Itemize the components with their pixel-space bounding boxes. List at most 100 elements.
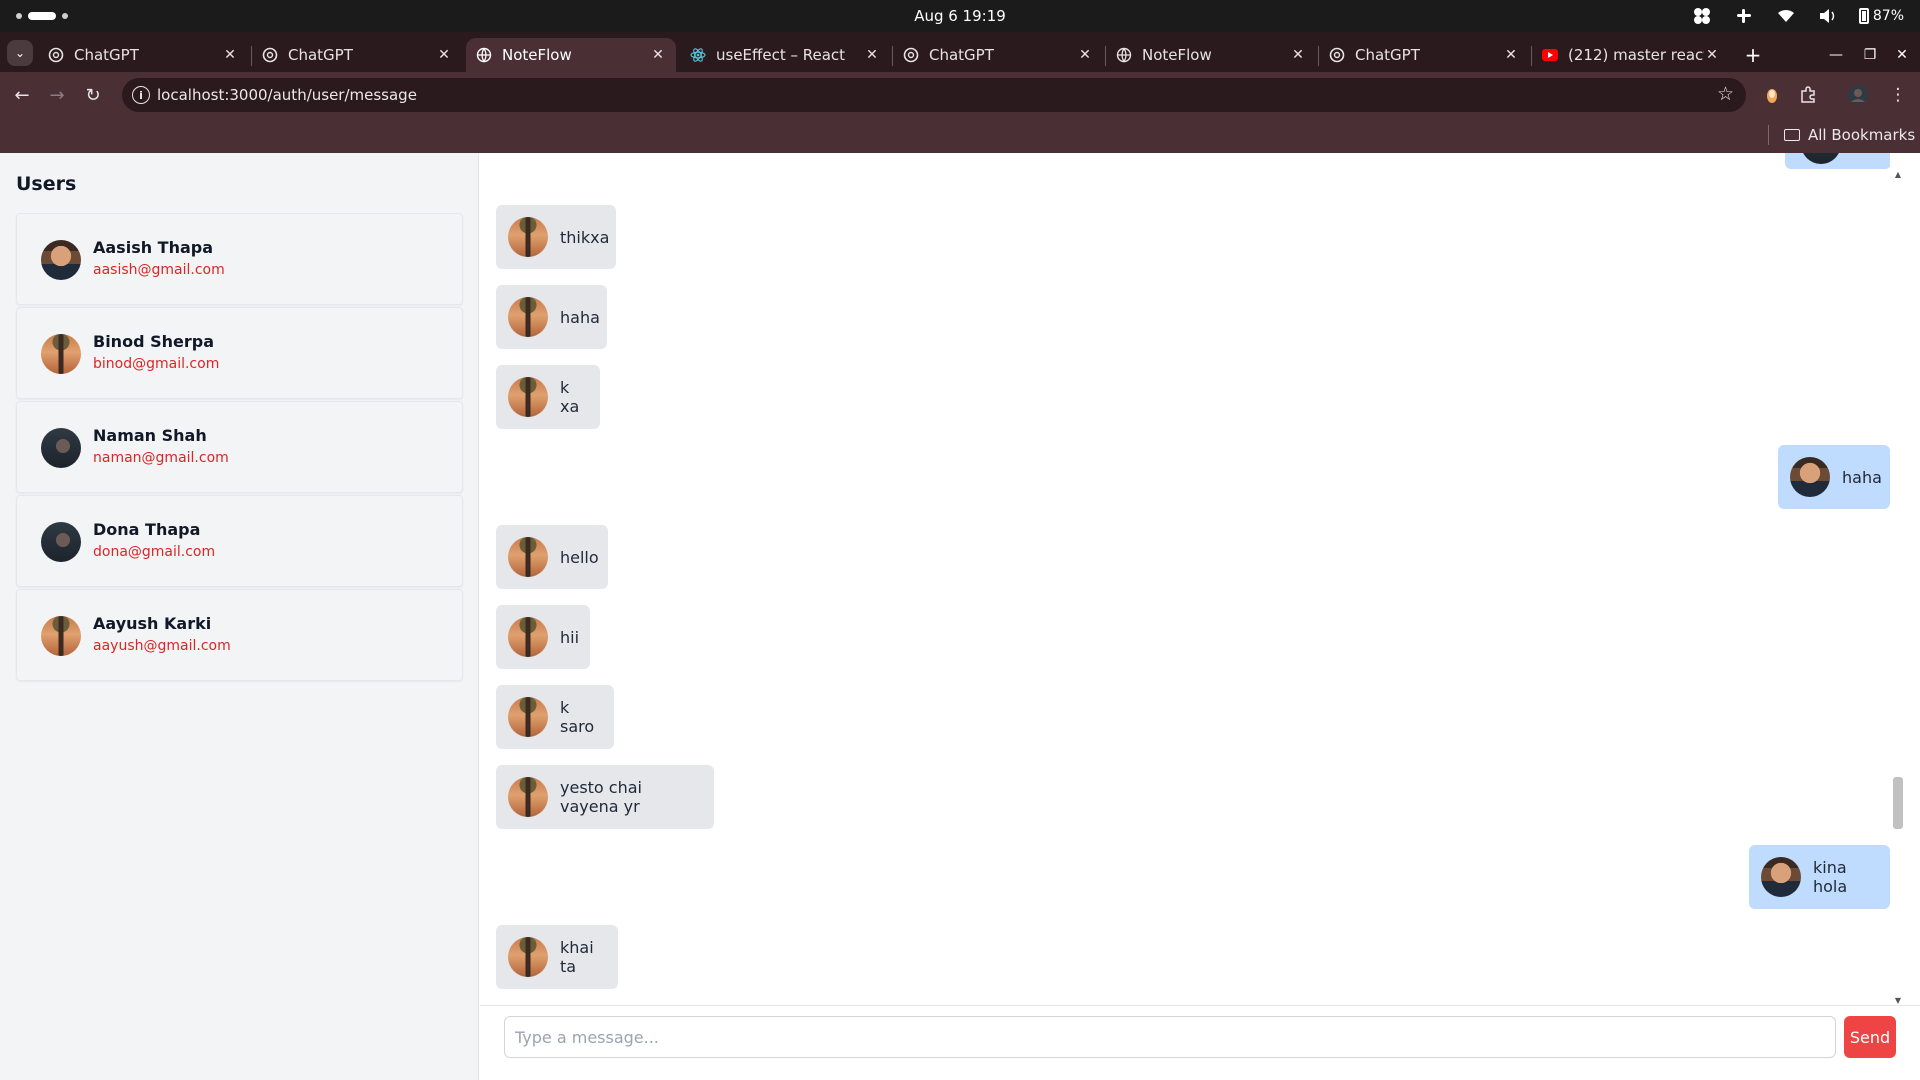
message-text: khai ta — [560, 938, 594, 976]
react-icon — [690, 47, 706, 63]
message-text: haha — [1842, 467, 1882, 487]
profile-avatar[interactable] — [1846, 83, 1870, 107]
users-heading: Users — [16, 173, 77, 195]
avatar — [508, 537, 548, 577]
message-text: hii — [560, 627, 580, 647]
user-name: Aasish Thapa — [93, 238, 214, 257]
avatar — [508, 377, 548, 417]
close-icon[interactable]: ✕ — [650, 47, 666, 63]
restore-icon: ❐ — [1863, 47, 1877, 63]
back-button[interactable]: ← — [9, 82, 35, 108]
avatar — [1761, 857, 1801, 897]
wifi-icon[interactable] — [1775, 5, 1797, 27]
tab-title: NoteFlow — [502, 46, 572, 64]
user-list: Aasish Thapa aasish@gmail.com Binod Sher… — [16, 213, 463, 683]
reload-button[interactable]: ↻ — [80, 82, 106, 108]
close-icon[interactable]: ✕ — [1077, 47, 1093, 63]
message-scrollbar[interactable]: ▲ ▼ — [1890, 169, 1906, 1005]
scrollbar-thumb[interactable] — [1893, 777, 1903, 829]
close-window-button[interactable]: ✕ — [1891, 44, 1913, 66]
browser-tab[interactable]: useEffect – React ✕ — [680, 38, 890, 72]
browser-tab-strip: ⌄ ChatGPT ✕ ChatGPT ✕ NoteFlow ✕ useEffe… — [0, 32, 1920, 72]
browser-tab[interactable]: ChatGPT ✕ — [893, 38, 1103, 72]
browser-menu-icon[interactable]: ⋮ — [1886, 83, 1910, 107]
battery-status[interactable]: 87% — [1858, 8, 1904, 24]
user-card[interactable]: Naman Shah naman@gmail.com — [16, 401, 463, 493]
close-icon[interactable]: ✕ — [1704, 47, 1720, 63]
reload-icon: ↻ — [85, 84, 101, 106]
user-card[interactable]: Aasish Thapa aasish@gmail.com — [16, 213, 463, 305]
close-icon[interactable]: ✕ — [222, 47, 238, 63]
scroll-up-icon[interactable]: ▲ — [1893, 169, 1903, 179]
close-icon[interactable]: ✕ — [864, 47, 880, 63]
close-icon[interactable]: ✕ — [436, 47, 452, 63]
extensions-puzzle-icon[interactable] — [1796, 83, 1820, 107]
all-bookmarks-button[interactable]: All Bookmarks — [1784, 124, 1915, 146]
message-bubble-incoming: khai ta — [496, 925, 618, 989]
browser-tab-active[interactable]: NoteFlow ✕ — [466, 38, 676, 72]
browser-tab[interactable]: ChatGPT ✕ — [38, 38, 248, 72]
avatar — [41, 522, 81, 562]
extension-icon[interactable] — [1760, 83, 1784, 107]
tab-title: NoteFlow — [1142, 46, 1212, 64]
user-card[interactable]: Binod Sherpa binod@gmail.com — [16, 307, 463, 399]
users-sidebar: Users Aasish Thapa aasish@gmail.com Bino… — [0, 153, 479, 1080]
avatar — [1790, 457, 1830, 497]
arrow-left-icon: ← — [14, 84, 30, 106]
address-bar[interactable]: i localhost:3000/auth/user/message ☆ — [122, 78, 1746, 112]
noteflow-app: Users Aasish Thapa aasish@gmail.com Bino… — [0, 153, 1920, 1080]
browser-tab[interactable]: ChatGPT ✕ — [252, 38, 462, 72]
close-icon[interactable]: ✕ — [1290, 47, 1306, 63]
system-tray[interactable]: 87% — [1691, 5, 1904, 27]
tab-title: ChatGPT — [288, 46, 353, 64]
close-icon: ✕ — [1896, 47, 1908, 63]
user-name: Naman Shah — [93, 426, 207, 445]
bookmarks-separator — [1768, 125, 1769, 145]
close-icon[interactable]: ✕ — [1503, 47, 1519, 63]
avatar — [1801, 153, 1841, 164]
bookmarks-bar: All Bookmarks — [0, 117, 1920, 153]
browser-tab[interactable]: ChatGPT ✕ — [1319, 38, 1529, 72]
message-bubble-incoming: yesto chai vayena yr — [496, 765, 714, 829]
slack-icon[interactable] — [1733, 5, 1755, 27]
all-bookmarks-label: All Bookmarks — [1808, 126, 1916, 144]
message-text: k saro — [560, 698, 595, 736]
plus-icon: + — [1744, 43, 1762, 67]
message-bubble-incoming: k saro — [496, 685, 614, 749]
bookmark-star-icon[interactable]: ☆ — [1717, 83, 1734, 105]
chatgpt-icon — [48, 47, 64, 63]
new-tab-button[interactable]: + — [1740, 42, 1766, 68]
tab-search-button[interactable]: ⌄ — [7, 40, 33, 66]
battery-icon — [1858, 8, 1869, 24]
clock[interactable]: Aug 6 19:19 — [0, 7, 1920, 25]
message-input[interactable] — [504, 1016, 1836, 1058]
url-text[interactable]: localhost:3000/auth/user/message — [157, 86, 417, 104]
maximize-button[interactable]: ❐ — [1859, 44, 1881, 66]
send-button[interactable]: Send — [1844, 1016, 1896, 1058]
chatgpt-icon — [262, 47, 278, 63]
minimize-button[interactable]: — — [1825, 44, 1847, 66]
site-info-icon[interactable]: i — [132, 86, 150, 104]
volume-icon[interactable] — [1817, 5, 1839, 27]
message-bubble-outgoing: haha — [1778, 445, 1890, 509]
user-card[interactable]: Aayush Karki aayush@gmail.com — [16, 589, 463, 681]
message-bubble-incoming: hii — [496, 605, 590, 669]
chatgpt-icon — [903, 47, 919, 63]
scroll-down-icon[interactable]: ▼ — [1893, 995, 1903, 1005]
user-name: Binod Sherpa — [93, 332, 214, 351]
message-text: haha — [560, 307, 600, 327]
forward-button[interactable]: → — [44, 82, 70, 108]
youtube-icon — [1542, 47, 1558, 63]
user-card[interactable]: Dona Thapa dona@gmail.com — [16, 495, 463, 587]
app-grid-icon[interactable] — [1691, 5, 1713, 27]
globe-icon — [476, 47, 492, 63]
user-email: naman@gmail.com — [93, 450, 229, 466]
browser-toolbar: ← → ↻ i localhost:3000/auth/user/message… — [0, 72, 1920, 117]
chatgpt-icon — [1329, 47, 1345, 63]
tab-title: ChatGPT — [929, 46, 994, 64]
browser-tab[interactable]: NoteFlow ✕ — [1106, 38, 1316, 72]
browser-tab[interactable]: (212) master react - Y ✕ — [1532, 38, 1730, 72]
message-list[interactable]: thikxa haha k xa haha hello hii k saro y… — [480, 153, 1890, 1003]
message-text: kina hola — [1813, 858, 1848, 896]
avatar — [41, 334, 81, 374]
